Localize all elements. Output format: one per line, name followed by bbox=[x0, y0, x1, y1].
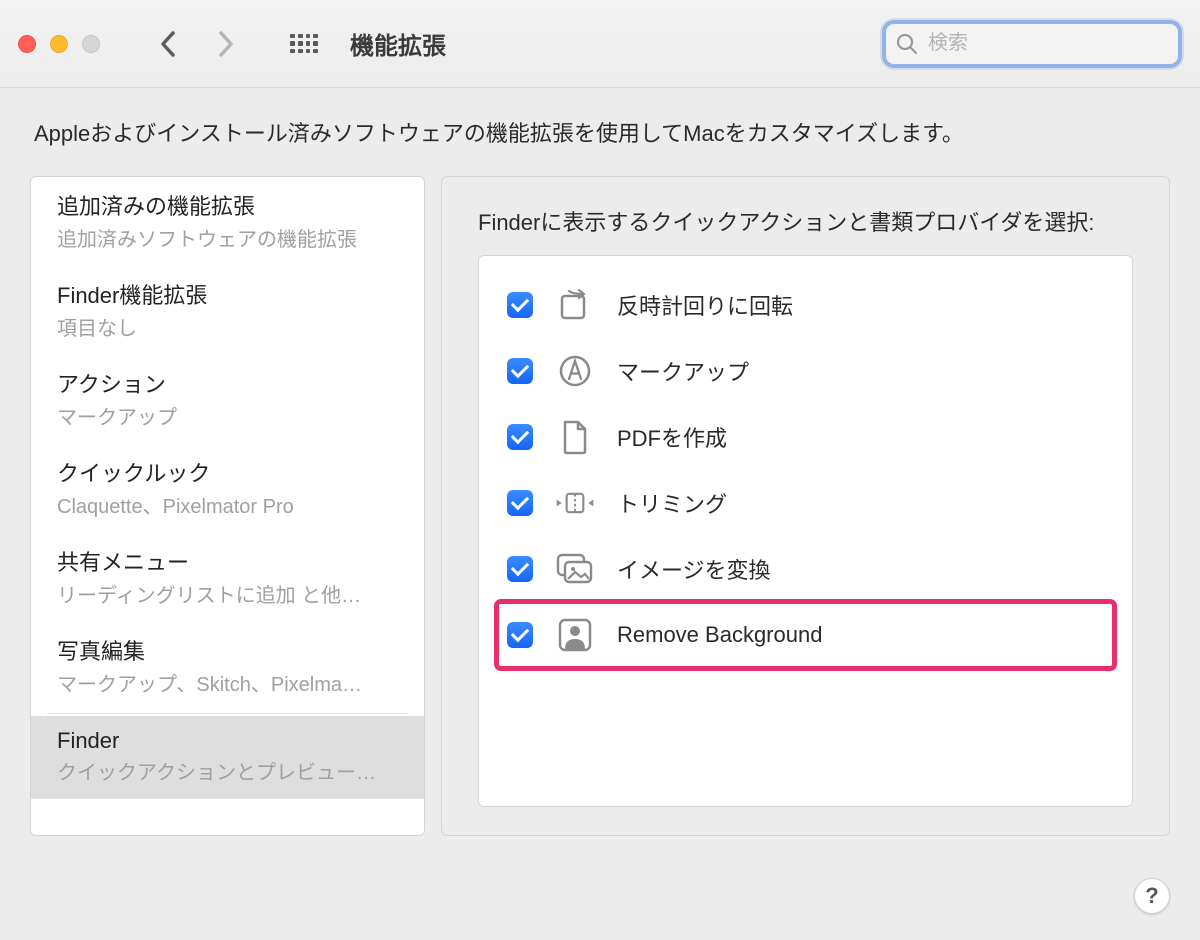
quick-action-label: トリミング bbox=[617, 487, 727, 519]
person-crop-icon bbox=[555, 615, 595, 655]
sidebar-item-actions[interactable]: アクション マークアップ bbox=[31, 355, 424, 444]
checkbox[interactable] bbox=[507, 556, 533, 582]
sidebar-item-quick-look[interactable]: クイックルック Claquette、Pixelmator Pro bbox=[31, 444, 424, 533]
quick-action-trim[interactable]: トリミング bbox=[497, 470, 1114, 536]
sidebar-item-subtitle: リーディングリストに追加 と他… bbox=[57, 579, 398, 608]
sidebar-item-subtitle: クイックアクションとプレビュー… bbox=[57, 756, 398, 785]
toolbar: 機能拡張 bbox=[0, 0, 1200, 88]
sidebar-item-title: Finder bbox=[57, 728, 398, 754]
sidebar-item-subtitle: マークアップ bbox=[57, 401, 398, 430]
sidebar: 追加済みの機能拡張 追加済みソフトウェアの機能拡張 Finder機能拡張 項目な… bbox=[30, 176, 425, 836]
sidebar-item-title: アクション bbox=[57, 367, 398, 399]
panels: 追加済みの機能拡張 追加済みソフトウェアの機能拡張 Finder機能拡張 項目な… bbox=[30, 176, 1170, 836]
chevron-right-icon bbox=[218, 31, 234, 57]
trim-icon bbox=[555, 483, 595, 523]
sidebar-item-subtitle: 追加済みソフトウェアの機能拡張 bbox=[57, 223, 398, 252]
sidebar-item-subtitle: Claquette、Pixelmator Pro bbox=[57, 490, 398, 519]
help-icon: ? bbox=[1145, 883, 1158, 909]
sidebar-item-finder[interactable]: Finder クイックアクションとプレビュー… bbox=[31, 716, 424, 799]
convert-image-icon bbox=[555, 549, 595, 589]
sidebar-item-subtitle: マークアップ、Skitch、Pixelma… bbox=[57, 668, 398, 697]
quick-action-label: Remove Background bbox=[617, 622, 822, 648]
sidebar-item-title: クイックルック bbox=[57, 456, 398, 488]
sidebar-separator bbox=[47, 713, 408, 714]
quick-action-label: マークアップ bbox=[617, 355, 749, 387]
sidebar-item-title: 追加済みの機能拡張 bbox=[57, 189, 398, 221]
quick-action-markup[interactable]: マークアップ bbox=[497, 338, 1114, 404]
minimize-button[interactable] bbox=[50, 35, 68, 53]
quick-action-create-pdf[interactable]: PDFを作成 bbox=[497, 404, 1114, 470]
sidebar-item-title: 写真編集 bbox=[57, 634, 398, 666]
sidebar-item-finder-extensions[interactable]: Finder機能拡張 項目なし bbox=[31, 266, 424, 355]
search-input[interactable] bbox=[928, 32, 1193, 55]
help-button[interactable]: ? bbox=[1134, 878, 1170, 914]
quick-action-remove-background[interactable]: Remove Background bbox=[497, 602, 1114, 668]
quick-action-label: イメージを変換 bbox=[617, 553, 771, 585]
checklist-box: 反時計回りに回転 マークアップ PDFを作成 bbox=[478, 255, 1133, 807]
close-button[interactable] bbox=[18, 35, 36, 53]
sidebar-item-share-menu[interactable]: 共有メニュー リーディングリストに追加 と他… bbox=[31, 533, 424, 622]
checkbox[interactable] bbox=[507, 490, 533, 516]
sidebar-item-photo-editing[interactable]: 写真編集 マークアップ、Skitch、Pixelma… bbox=[31, 622, 424, 711]
sidebar-item-added-extensions[interactable]: 追加済みの機能拡張 追加済みソフトウェアの機能拡張 bbox=[31, 177, 424, 266]
content-area: Appleおよびインストール済みソフトウェアの機能拡張を使用してMacをカスタマ… bbox=[0, 88, 1200, 940]
sidebar-item-title: Finder機能拡張 bbox=[57, 278, 398, 310]
detail-panel: Finderに表示するクイックアクションと書類プロバイダを選択: 反時計回りに回… bbox=[441, 176, 1170, 836]
zoom-button[interactable] bbox=[82, 35, 100, 53]
document-icon bbox=[555, 417, 595, 457]
checkbox[interactable] bbox=[507, 358, 533, 384]
window-title: 機能拡張 bbox=[350, 26, 446, 61]
sidebar-item-title: 共有メニュー bbox=[57, 545, 398, 577]
preferences-window: 機能拡張 Appleおよびインストール済みソフトウェアの機能拡張を使用してMac… bbox=[0, 0, 1200, 940]
traffic-lights bbox=[18, 35, 100, 53]
markup-icon bbox=[555, 351, 595, 391]
back-button[interactable] bbox=[148, 24, 188, 64]
grid-icon bbox=[290, 34, 318, 54]
quick-action-label: 反時計回りに回転 bbox=[617, 289, 793, 321]
chevron-left-icon bbox=[160, 31, 176, 57]
quick-action-convert-image[interactable]: イメージを変換 bbox=[497, 536, 1114, 602]
quick-action-rotate-ccw[interactable]: 反時計回りに回転 bbox=[497, 272, 1114, 338]
checkbox[interactable] bbox=[507, 424, 533, 450]
search-icon bbox=[896, 33, 918, 55]
search-field-wrap[interactable] bbox=[882, 20, 1182, 68]
checkbox[interactable] bbox=[507, 622, 533, 648]
detail-heading: Finderに表示するクイックアクションと書類プロバイダを選択: bbox=[478, 205, 1133, 237]
sidebar-item-subtitle: 項目なし bbox=[57, 312, 398, 341]
page-description: Appleおよびインストール済みソフトウェアの機能拡張を使用してMacをカスタマ… bbox=[30, 88, 1170, 176]
show-all-button[interactable] bbox=[284, 24, 324, 64]
quick-action-label: PDFを作成 bbox=[617, 421, 727, 453]
forward-button[interactable] bbox=[206, 24, 246, 64]
rotate-ccw-icon bbox=[555, 285, 595, 325]
checkbox[interactable] bbox=[507, 292, 533, 318]
